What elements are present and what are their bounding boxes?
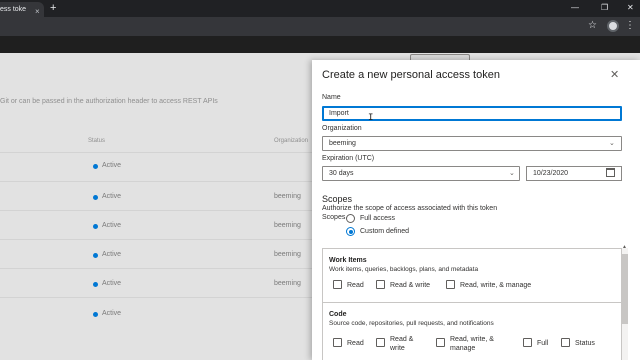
code-read-write-label-1: Read & xyxy=(390,336,414,343)
chevron-down-icon: ⌄ xyxy=(509,170,515,177)
work-items-read-checkbox[interactable] xyxy=(333,280,342,289)
table-row: Active beeming xyxy=(0,239,312,268)
status-dot-icon xyxy=(93,195,98,200)
table-row: Active xyxy=(0,152,312,181)
code-status-label: Status xyxy=(575,340,595,347)
code-manage-label-2: manage xyxy=(450,345,476,352)
chevron-down-icon: ⌄ xyxy=(609,140,615,147)
status-dot-icon xyxy=(93,164,98,169)
code-read-write-checkbox[interactable] xyxy=(376,338,385,347)
scopes-description: Authorize the scope of access associated… xyxy=(322,205,498,212)
text-cursor-icon: I xyxy=(368,113,374,123)
code-manage-checkbox[interactable] xyxy=(436,338,445,347)
table-row: Active beeming xyxy=(0,268,312,297)
close-icon[interactable]: ✕ xyxy=(610,68,619,81)
work-items-read-write-checkbox[interactable] xyxy=(376,280,385,289)
work-items-manage-checkbox[interactable] xyxy=(446,280,455,289)
table-row: Active beeming xyxy=(0,210,312,239)
work-items-manage-label: Read, write, & manage xyxy=(460,282,532,289)
tab-close-icon[interactable]: × xyxy=(35,4,40,17)
restore-icon[interactable]: ❐ xyxy=(601,1,608,14)
code-full-checkbox[interactable] xyxy=(523,338,532,347)
scopes-heading: Scopes xyxy=(322,194,353,204)
column-header-status: Status xyxy=(88,138,106,144)
calendar-icon[interactable] xyxy=(606,168,615,177)
status-dot-icon xyxy=(93,224,98,229)
status-text: Active xyxy=(102,310,122,317)
full-access-label: Full access xyxy=(360,215,396,222)
scope-work-items-desc: Work items, queries, backlogs, plans, an… xyxy=(329,266,479,273)
browser-tab-bar: ess toke × + — ❐ ✕ xyxy=(0,0,640,17)
work-items-read-write-label: Read & write xyxy=(390,282,431,289)
organization-select[interactable]: beeming xyxy=(322,136,622,151)
status-text: Active xyxy=(102,193,122,200)
expiration-label: Expiration (UTC) xyxy=(322,155,375,162)
profile-avatar-icon[interactable] xyxy=(607,20,619,32)
full-access-radio[interactable] xyxy=(346,214,355,223)
status-text: Active xyxy=(102,222,122,229)
scrollbar-thumb[interactable] xyxy=(622,254,628,324)
scope-code-desc: Source code, repositories, pull requests… xyxy=(329,320,494,327)
status-text: Active xyxy=(102,162,122,169)
browser-menu-icon[interactable]: ⋮ xyxy=(625,19,635,33)
code-status-checkbox[interactable] xyxy=(561,338,570,347)
page-header-bar xyxy=(0,36,640,53)
browser-tab[interactable]: ess toke × xyxy=(0,2,44,17)
bookmark-star-icon[interactable]: ☆ xyxy=(588,20,597,32)
new-tab-button[interactable]: + xyxy=(50,2,56,15)
table-row: Active beeming xyxy=(0,181,312,210)
work-items-read-label: Read xyxy=(347,282,364,289)
name-input[interactable]: Import xyxy=(322,106,622,121)
name-label: Name xyxy=(322,94,341,101)
column-header-organization: Organization xyxy=(274,138,309,144)
table-row: Active xyxy=(0,297,312,326)
organization-text: beeming xyxy=(274,222,301,229)
custom-defined-radio[interactable] xyxy=(346,227,355,236)
scope-divider xyxy=(323,302,621,303)
page-description: Git or can be passed in the authorizatio… xyxy=(0,98,218,105)
scopes-label: Scopes xyxy=(322,214,346,221)
window-close-icon[interactable]: ✕ xyxy=(627,1,634,14)
code-full-label: Full xyxy=(537,340,549,347)
status-dot-icon xyxy=(93,312,98,317)
custom-defined-label: Custom defined xyxy=(360,228,410,235)
create-token-panel: Create a new personal access token ✕ Nam… xyxy=(312,60,640,360)
status-dot-icon xyxy=(93,282,98,287)
organization-text: beeming xyxy=(274,280,301,287)
browser-tab-title: ess toke xyxy=(0,6,27,13)
scope-code-title: Code xyxy=(329,311,347,318)
panel-title: Create a new personal access token xyxy=(322,69,500,81)
status-dot-icon xyxy=(93,253,98,258)
organization-label: Organization xyxy=(322,125,362,132)
code-read-checkbox[interactable] xyxy=(333,338,342,347)
code-read-write-label-2: write xyxy=(390,345,405,352)
organization-text: beeming xyxy=(274,193,301,200)
organization-text: beeming xyxy=(274,251,301,258)
status-text: Active xyxy=(102,251,122,258)
expiration-select[interactable]: 30 days xyxy=(322,166,520,181)
browser-toolbar xyxy=(0,17,640,36)
scopes-scrollbar[interactable] xyxy=(622,248,628,360)
code-manage-label-1: Read, write, & xyxy=(450,336,494,343)
code-read-label: Read xyxy=(347,340,364,347)
status-text: Active xyxy=(102,280,122,287)
scope-work-items-title: Work Items xyxy=(329,257,367,264)
minimize-icon[interactable]: — xyxy=(571,1,579,14)
scopes-list: Work Items Work items, queries, backlogs… xyxy=(322,248,622,360)
